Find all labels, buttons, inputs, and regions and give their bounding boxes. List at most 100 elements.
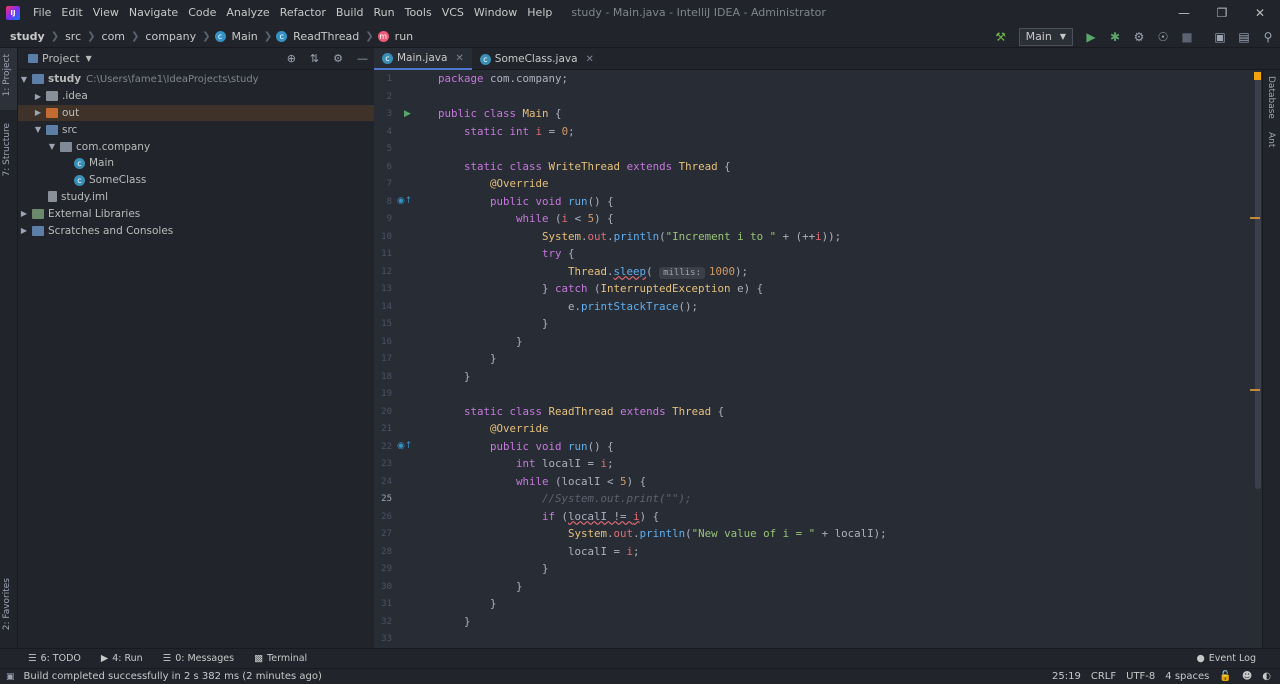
run-icon[interactable]: ▶ (1080, 28, 1102, 46)
menu-navigate[interactable]: Navigate (124, 6, 183, 19)
run-gutter-icon[interactable]: ▶ (404, 109, 411, 119)
crumb-readthread[interactable]: ReadThread (291, 30, 361, 43)
tool-tab-structure[interactable]: 7: Structure (2, 123, 12, 177)
menu-file[interactable]: File (28, 6, 56, 19)
tool-tab-messages[interactable]: ☰ 0: Messages (153, 653, 244, 664)
maximize-icon[interactable]: ❐ (1204, 0, 1240, 25)
coverage-icon[interactable]: ⚙ (1128, 28, 1150, 46)
menu-view[interactable]: View (88, 6, 124, 19)
expanded-arrow-icon[interactable]: ▼ (32, 125, 44, 134)
crumb-study[interactable]: study (8, 30, 47, 43)
inspection-status-icon[interactable] (1254, 72, 1261, 80)
tool-tab-run[interactable]: ▶ 4: Run (91, 653, 153, 664)
line-separator[interactable]: CRLF (1086, 671, 1121, 682)
build-hammer-icon[interactable]: ⚒ (990, 28, 1012, 46)
menu-run[interactable]: Run (369, 6, 400, 19)
tree-item-study-iml[interactable]: study.iml (18, 189, 374, 206)
chevron-down-icon[interactable]: ▼ (86, 54, 92, 63)
tree-label: External Libraries (48, 207, 141, 220)
event-log-button[interactable]: ● Event Log (1187, 653, 1267, 664)
module-folder-icon (32, 74, 44, 85)
status-toggle-icon[interactable]: ▣ (6, 672, 15, 682)
menu-analyze[interactable]: Analyze (221, 6, 274, 19)
menu-tools[interactable]: Tools (400, 6, 437, 19)
code-line: static class ReadThread extends Thread { (464, 404, 725, 418)
caret-position[interactable]: 25:19 (1047, 671, 1086, 682)
layout-icon[interactable]: ▤ (1233, 28, 1255, 46)
window-title: study - Main.java - IntelliJ IDEA - Admi… (571, 6, 826, 19)
tool-tab-database[interactable]: Database (1266, 76, 1276, 119)
code-editor[interactable]: package com.company; public class Main {… (438, 70, 1238, 648)
close-tab-icon[interactable]: ✕ (586, 54, 594, 65)
tree-item-out[interactable]: ▶ out (18, 104, 374, 122)
expanded-arrow-icon[interactable]: ▼ (46, 142, 58, 151)
collapsed-arrow-icon[interactable]: ▶ (18, 226, 30, 235)
editor-scrollbar[interactable] (1238, 70, 1262, 648)
override-gutter-icon[interactable]: ◉↑ (397, 196, 412, 206)
run-icon: ▶ (100, 653, 109, 664)
close-tab-icon[interactable]: ✕ (455, 53, 463, 64)
menu-code[interactable]: Code (183, 6, 221, 19)
line-number: 17 (381, 354, 392, 364)
close-icon[interactable]: ✕ (1242, 0, 1278, 25)
inspector-icon[interactable]: ☻ (1237, 671, 1257, 682)
tool-tab-terminal[interactable]: ▩ Terminal (244, 653, 317, 664)
crumb-com[interactable]: com (100, 30, 128, 43)
crumb-company[interactable]: company (143, 30, 198, 43)
collapsed-arrow-icon[interactable]: ▶ (32, 92, 44, 101)
collapsed-arrow-icon[interactable]: ▶ (32, 108, 44, 117)
warning-marker[interactable] (1250, 389, 1260, 391)
stop-icon[interactable]: ■ (1176, 28, 1198, 46)
override-gutter-icon[interactable]: ◉↑ (397, 441, 412, 451)
tree-label: out (62, 106, 80, 119)
tool-tab-favorites[interactable]: 2: Favorites (2, 578, 12, 630)
tree-item-idea[interactable]: ▶ .idea (18, 88, 374, 105)
tree-item-someclass[interactable]: c SomeClass (18, 172, 374, 189)
tree-item-src[interactable]: ▼ src (18, 121, 374, 138)
tree-item-external-libraries[interactable]: ▶ External Libraries (18, 205, 374, 222)
status-message[interactable]: Build completed successfully in 2 s 382 … (19, 671, 327, 682)
notifications-icon[interactable]: ◐ (1257, 671, 1276, 682)
locate-icon[interactable]: ⊕ (287, 52, 296, 65)
debug-icon[interactable]: ✱ (1104, 28, 1126, 46)
menu-help[interactable]: Help (522, 6, 557, 19)
tree-item-com-company[interactable]: ▼ com.company (18, 138, 374, 155)
profile-icon[interactable]: ☉ (1152, 28, 1174, 46)
menu-edit[interactable]: Edit (56, 6, 87, 19)
tree-label: Main (89, 157, 115, 170)
tab-label: Event Log (1208, 653, 1256, 664)
chevron-right-icon: ❯ (202, 30, 211, 42)
tool-tab-project[interactable]: 1: Project (2, 54, 12, 96)
project-structure-icon[interactable]: ▣ (1209, 28, 1231, 46)
crumb-src[interactable]: src (63, 30, 83, 43)
hide-icon[interactable]: — (357, 52, 368, 65)
crumb-run[interactable]: run (393, 30, 415, 43)
tree-item-study[interactable]: ▼ study C:\Users\fame1\IdeaProjects\stud… (18, 71, 374, 88)
lock-icon[interactable]: 🔓 (1214, 671, 1236, 682)
search-icon[interactable]: ⚲ (1257, 28, 1279, 46)
indent-setting[interactable]: 4 spaces (1160, 671, 1214, 682)
tree-item-scratches[interactable]: ▶ Scratches and Consoles (18, 222, 374, 239)
minimize-icon[interactable]: — (1166, 0, 1202, 25)
tree-item-main[interactable]: c Main (18, 155, 374, 172)
gear-icon[interactable]: ⚙ (333, 52, 343, 65)
code-line: public void run() { (490, 194, 614, 208)
menu-window[interactable]: Window (469, 6, 522, 19)
collapsed-arrow-icon[interactable]: ▶ (18, 209, 30, 218)
file-encoding[interactable]: UTF-8 (1121, 671, 1160, 682)
tab-main-java[interactable]: c Main.java ✕ (374, 48, 472, 70)
warning-marker[interactable] (1250, 217, 1260, 219)
collapse-all-icon[interactable]: ⇅ (310, 52, 319, 65)
tab-someclass-java[interactable]: c SomeClass.java ✕ (472, 48, 602, 70)
project-view-selector[interactable]: Project (42, 52, 80, 65)
menu-build[interactable]: Build (331, 6, 369, 19)
tool-tab-ant[interactable]: Ant (1266, 132, 1276, 147)
scroll-thumb[interactable] (1255, 74, 1261, 489)
menu-vcs[interactable]: VCS (437, 6, 469, 19)
run-config-selector[interactable]: Main ▼ (1018, 27, 1073, 46)
tool-tab-todo[interactable]: ☰ 6: TODO (18, 653, 91, 664)
menu-refactor[interactable]: Refactor (275, 6, 331, 19)
crumb-main[interactable]: Main (230, 30, 260, 43)
expanded-arrow-icon[interactable]: ▼ (18, 75, 30, 84)
code-line: } (438, 614, 471, 628)
